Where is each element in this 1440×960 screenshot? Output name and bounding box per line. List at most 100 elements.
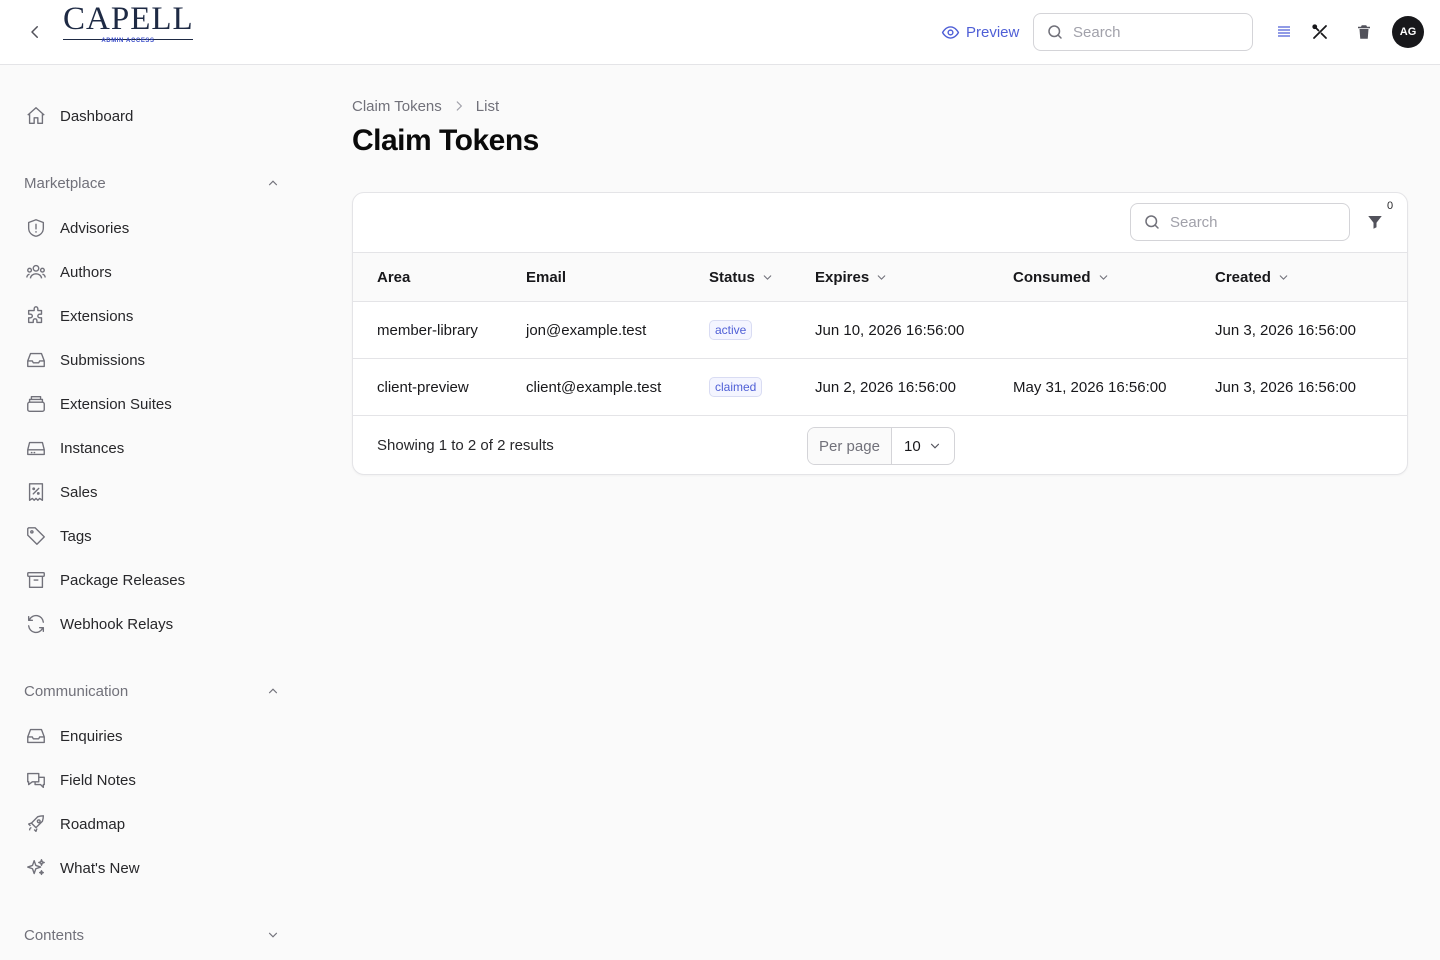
column-header-created[interactable]: Created [1215,253,1407,302]
sidebar-item-whats-new[interactable]: What's New [24,850,280,886]
sidebar-item-enquiries[interactable]: Enquiries [24,718,280,754]
chevron-down-icon [930,443,940,449]
sidebar-item-roadmap[interactable]: Roadmap [24,806,280,842]
top-bar: CAPELL ADMIN ACCESS Preview AG [0,0,1440,65]
table-search-input[interactable] [1170,213,1330,231]
sidebar-group-communication[interactable]: Communication [24,679,280,703]
search-icon [1048,25,1062,39]
sidebar-item-advisories[interactable]: Advisories [24,210,280,246]
cell-area: member-library [377,321,478,339]
sidebar: Dashboard Marketplace Advisories Authors… [0,65,300,960]
column-header-area: Area [353,253,526,302]
refresh-icon [24,612,48,636]
back-button[interactable] [22,19,48,45]
global-search[interactable] [1033,13,1253,51]
table-row[interactable]: client-preview client@example.test claim… [353,359,1407,416]
sidebar-item-label: Field Notes [60,771,136,789]
table-search[interactable] [1130,203,1350,241]
stack-icon [24,392,48,416]
trash-icon [1358,25,1370,39]
breadcrumb-root-link[interactable]: Claim Tokens [352,98,442,115]
wrench-screwdriver-icon [1312,24,1327,39]
sidebar-item-label: Tags [60,527,92,545]
preview-link[interactable]: Preview [941,22,1019,42]
sidebar-group-label: Communication [24,682,129,700]
cell-created: Jun 3, 2026 16:56:00 [1215,321,1356,339]
sidebar-item-instances[interactable]: Instances [24,430,280,466]
sidebar-item-webhook-relays[interactable]: Webhook Relays [24,606,280,642]
chat-bubbles-icon [24,768,48,792]
filter-count-badge: 0 [1387,200,1394,212]
preview-label: Preview [966,23,1020,41]
sidebar-item-tags[interactable]: Tags [24,518,280,554]
sidebar-item-label: What's New [60,859,140,877]
list-view-button[interactable] [1272,20,1296,44]
status-badge: active [709,320,753,340]
column-header-label: Area [377,268,411,286]
column-header-label: Status [709,268,755,286]
server-icon [24,436,48,460]
status-badge: claimed [709,377,763,397]
chevron-down-icon [877,274,886,280]
column-header-status[interactable]: Status [709,253,815,302]
cell-created: Jun 3, 2026 16:56:00 [1215,378,1356,396]
sidebar-item-label: Authors [60,263,112,281]
column-header-label: Email [526,268,567,286]
puzzle-icon [24,304,48,328]
user-avatar[interactable]: AG [1392,16,1424,48]
sidebar-item-label: Dashboard [60,107,134,125]
cell-email: jon@example.test [526,321,647,339]
archive-box-icon [24,568,48,592]
sidebar-item-package-releases[interactable]: Package Releases [24,562,280,598]
per-page-select[interactable]: 10 [892,428,954,464]
cell-expires: Jun 2, 2026 16:56:00 [815,378,956,396]
per-page-control: Per page 10 [807,427,955,465]
sidebar-item-authors[interactable]: Authors [24,254,280,290]
sidebar-group-label: Contents [24,926,85,944]
home-icon [24,104,48,128]
sidebar-item-label: Extension Suites [60,395,172,413]
chevron-right-icon [452,99,466,113]
logo-wordmark: CAPELL [63,1,194,37]
sidebar-group-label: Marketplace [24,174,106,192]
sidebar-group-contents[interactable]: Contents [24,923,280,947]
filter-button[interactable] [1363,210,1387,234]
trash-button[interactable] [1352,20,1376,44]
column-header-consumed[interactable]: Consumed [1013,253,1215,302]
sidebar-item-label: Enquiries [60,727,123,745]
search-icon [1145,215,1159,229]
column-header-label: Created [1215,268,1271,286]
inbox-icon [24,348,48,372]
list-icon [1278,26,1290,37]
breadcrumb-current: List [475,97,500,115]
column-header-email: Email [526,253,709,302]
per-page-label: Per page [808,428,892,464]
chevron-down-icon [268,932,278,938]
sidebar-item-extension-suites[interactable]: Extension Suites [24,386,280,422]
sidebar-item-dashboard[interactable]: Dashboard [24,98,280,134]
logo-tagline: ADMIN ACCESS [101,38,155,44]
sidebar-item-field-notes[interactable]: Field Notes [24,762,280,798]
table-row[interactable]: member-library jon@example.test active J… [353,302,1407,359]
sidebar-item-extensions[interactable]: Extensions [24,298,280,334]
sidebar-item-label: Instances [60,439,125,457]
chevron-up-icon [268,180,278,186]
sidebar-item-label: Webhook Relays [60,615,174,633]
results-summary: Showing 1 to 2 of 2 results [377,437,554,454]
receipt-percent-icon [24,480,48,504]
global-search-input[interactable] [1073,23,1233,41]
sparkles-icon [24,856,48,880]
per-page-value: 10 [904,437,921,455]
column-header-expires[interactable]: Expires [815,253,1013,302]
sidebar-item-submissions[interactable]: Submissions [24,342,280,378]
cell-email: client@example.test [526,378,662,396]
sidebar-group-marketplace[interactable]: Marketplace [24,171,280,195]
cell-area: client-preview [377,378,469,396]
chevron-down-icon [1279,274,1288,280]
logo[interactable]: CAPELL ADMIN ACCESS [63,2,193,46]
sidebar-item-sales[interactable]: Sales [24,474,280,510]
eye-icon [941,25,960,39]
chevron-up-icon [268,688,278,694]
tools-button[interactable] [1308,20,1332,44]
sidebar-item-label: Sales [60,483,98,501]
